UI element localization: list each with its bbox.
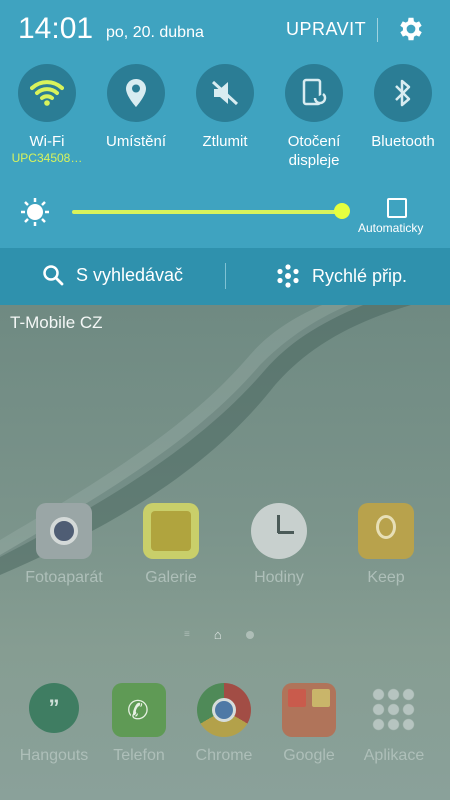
phone-icon: ✆ bbox=[112, 683, 166, 737]
edit-button[interactable]: UPRAVIT bbox=[286, 19, 366, 40]
gallery-icon bbox=[143, 503, 199, 559]
app-clock[interactable]: Hodiny bbox=[231, 503, 327, 587]
app-camera[interactable]: Fotoaparát bbox=[16, 503, 112, 587]
brightness-slider-handle[interactable] bbox=[334, 203, 350, 219]
clock-icon bbox=[251, 503, 307, 559]
gear-icon[interactable] bbox=[396, 14, 426, 44]
divider bbox=[225, 263, 226, 289]
dock-phone[interactable]: ✆ Telefon bbox=[91, 683, 187, 765]
page-indicator: ≡ ⌂ bbox=[184, 627, 254, 642]
toggle-mute[interactable]: Ztlumit bbox=[179, 64, 271, 151]
toggle-bluetooth[interactable]: Bluetooth bbox=[357, 64, 449, 151]
quick-connect-button[interactable]: Rychlé přip. bbox=[276, 264, 407, 288]
brightness-icon bbox=[21, 198, 49, 226]
dock-hangouts[interactable]: ” Hangouts bbox=[6, 683, 102, 765]
app-gallery[interactable]: Galerie bbox=[123, 503, 219, 587]
auto-brightness-label: Automaticky bbox=[358, 221, 424, 235]
carrier-label: T-Mobile CZ bbox=[10, 313, 103, 332]
quick-connect-icon bbox=[277, 264, 299, 288]
dock-chrome[interactable]: Chrome bbox=[176, 683, 272, 765]
s-finder-button[interactable]: S vyhledávač bbox=[42, 264, 183, 286]
search-icon bbox=[43, 265, 64, 286]
rotation-icon bbox=[285, 64, 343, 122]
dock-apps[interactable]: Aplikace bbox=[346, 683, 442, 765]
google-folder-icon bbox=[282, 683, 336, 737]
divider bbox=[377, 18, 378, 42]
wifi-icon bbox=[18, 64, 76, 122]
mute-icon bbox=[196, 64, 254, 122]
brightness-slider-track[interactable] bbox=[72, 210, 342, 214]
page-dot bbox=[245, 630, 254, 639]
keep-icon bbox=[358, 503, 414, 559]
hangouts-icon: ” bbox=[29, 683, 79, 733]
location-icon bbox=[107, 64, 165, 122]
panel-action-bar: S vyhledávač Rychlé přip. bbox=[0, 248, 450, 305]
toggle-rotation[interactable]: Otočení displeje bbox=[268, 64, 360, 170]
home-indicator-icon: ⌂ bbox=[213, 627, 222, 642]
apps-grid-icon bbox=[367, 683, 421, 737]
app-keep[interactable]: Keep bbox=[338, 503, 434, 587]
dock-google[interactable]: Google bbox=[261, 683, 357, 765]
bluetooth-icon bbox=[374, 64, 432, 122]
menu-indicator-icon: ≡ bbox=[184, 629, 190, 640]
toggle-location[interactable]: Umístění bbox=[90, 64, 182, 151]
chrome-icon bbox=[197, 683, 251, 737]
clock-time: 14:01 bbox=[18, 12, 94, 45]
camera-icon bbox=[36, 503, 92, 559]
auto-brightness-checkbox[interactable] bbox=[387, 198, 407, 218]
home-screen: T-Mobile CZ Fotoaparát Galerie Hodiny Ke… bbox=[0, 305, 450, 800]
toggle-wifi[interactable]: Wi-Fi UPC34508… bbox=[1, 64, 93, 165]
date-label: po, 20. dubna bbox=[106, 24, 204, 41]
quick-settings-panel: 14:01 po, 20. dubna UPRAVIT Wi-Fi UPC345… bbox=[0, 0, 450, 248]
